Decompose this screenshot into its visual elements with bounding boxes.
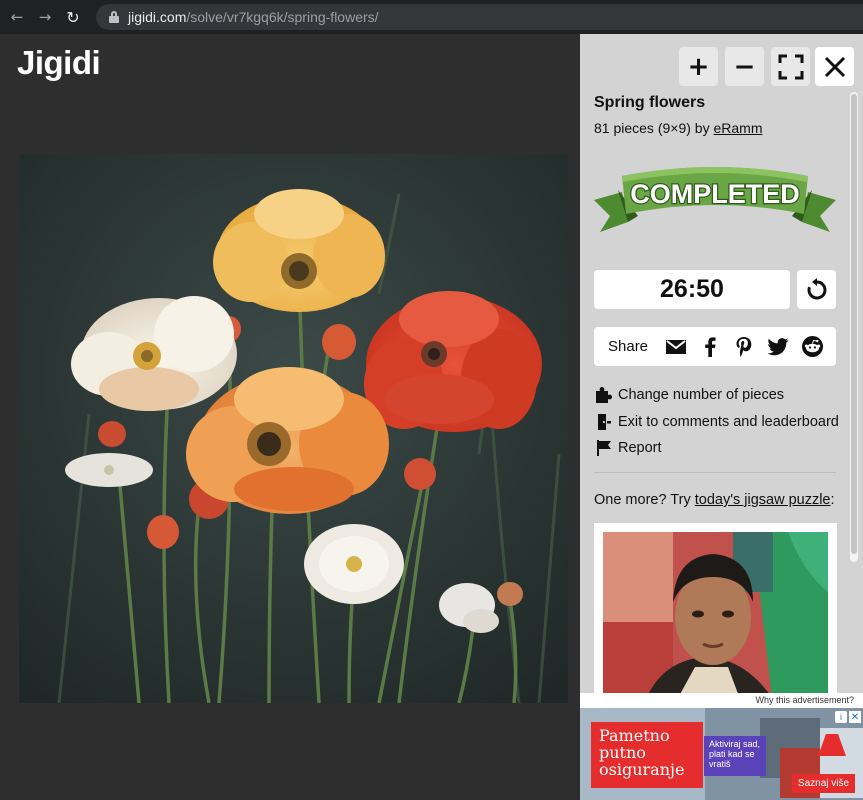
site-logo[interactable]: Jigidi <box>17 44 101 82</box>
side-panel: + − Spring flowers 81 pieces (9×9) by eR… <box>580 34 863 800</box>
advertisement[interactable]: Pametno putno osiguranje Aktiviraj sad, … <box>580 708 863 800</box>
puzzle-title: Spring flowers <box>594 94 706 111</box>
fullscreen-button[interactable] <box>771 47 810 86</box>
scrollbar-thumb[interactable] <box>851 94 857 554</box>
completed-label: COMPLETED <box>630 179 800 209</box>
ad-info-icon[interactable]: i <box>835 711 847 723</box>
reddit-icon[interactable] <box>802 336 823 358</box>
timer-display: 26:50 <box>594 270 790 309</box>
thumbnail-image <box>603 532 828 703</box>
twitter-icon[interactable] <box>767 336 789 358</box>
email-icon[interactable] <box>666 336 687 358</box>
exit-comments-label: Exit to comments and leaderboard <box>618 413 839 430</box>
completed-puzzle-image <box>19 154 568 703</box>
change-pieces-label: Change number of pieces <box>618 387 785 404</box>
todays-puzzle-link[interactable]: today's jigsaw puzzle <box>695 492 831 508</box>
todays-puzzle-thumbnail[interactable] <box>594 523 837 703</box>
address-bar[interactable]: jigidi.com/solve/vr7kgq6k/spring-flowers… <box>96 4 863 30</box>
ad-close-icon[interactable]: ✕ <box>849 711 861 723</box>
change-pieces-link[interactable]: Change number of pieces <box>594 382 844 409</box>
why-this-ad-link[interactable]: Why this advertisement? <box>755 695 854 705</box>
share-label: Share <box>608 338 649 355</box>
share-bar: Share <box>594 327 836 366</box>
facebook-icon[interactable] <box>700 336 721 358</box>
puzzle-pieces-info: 81 pieces (9×9) by <box>594 120 714 136</box>
puzzle-piece-icon <box>594 386 614 404</box>
restart-button[interactable] <box>797 270 836 309</box>
report-link[interactable]: Report <box>594 435 844 462</box>
forward-arrow-icon[interactable]: → <box>34 6 56 28</box>
back-arrow-icon[interactable]: ← <box>6 6 28 28</box>
promo-text: One more? Try today's jigsaw puzzle: <box>594 492 835 508</box>
close-button[interactable] <box>815 47 854 86</box>
exit-comments-link[interactable]: Exit to comments and leaderboard <box>594 409 844 436</box>
zoom-out-button[interactable]: − <box>725 47 764 86</box>
ad-subtext: Aktiviraj sad, plati kad se vratiš <box>704 736 766 776</box>
zoom-in-button[interactable]: + <box>679 47 718 86</box>
url-host: jigidi.com <box>128 9 187 25</box>
pinterest-icon[interactable] <box>733 336 754 358</box>
panel-scrollbar[interactable] <box>850 92 858 562</box>
report-label: Report <box>618 440 662 457</box>
ad-headline: Pametno putno osiguranje <box>591 722 703 788</box>
fullscreen-icon <box>778 54 803 79</box>
divider <box>594 472 836 473</box>
options-menu: Change number of pieces Exit to comments… <box>594 382 844 462</box>
url-path: /solve/vr7kgq6k/spring-flowers/ <box>186 9 379 25</box>
lock-icon <box>108 10 120 24</box>
author-link[interactable]: eRamm <box>713 120 762 136</box>
close-icon <box>824 56 845 77</box>
promo-prefix: One more? Try <box>594 492 695 508</box>
promo-suffix: : <box>830 492 835 508</box>
ad-cta-button[interactable]: Saznaj više <box>792 774 855 793</box>
ad-disclosure-bar: Why this advertisement? <box>580 693 863 708</box>
puzzle-meta: 81 pieces (9×9) by eRamm <box>594 120 762 136</box>
completed-banner: COMPLETED <box>594 162 836 242</box>
exit-door-icon <box>594 413 614 431</box>
puzzle-canvas[interactable]: Jigidi <box>0 34 580 800</box>
reload-icon[interactable]: ↻ <box>62 6 84 28</box>
browser-toolbar: ← → ↻ jigidi.com/solve/vr7kgq6k/spring-f… <box>0 0 863 34</box>
restart-icon <box>807 277 826 299</box>
flag-icon <box>594 439 614 457</box>
